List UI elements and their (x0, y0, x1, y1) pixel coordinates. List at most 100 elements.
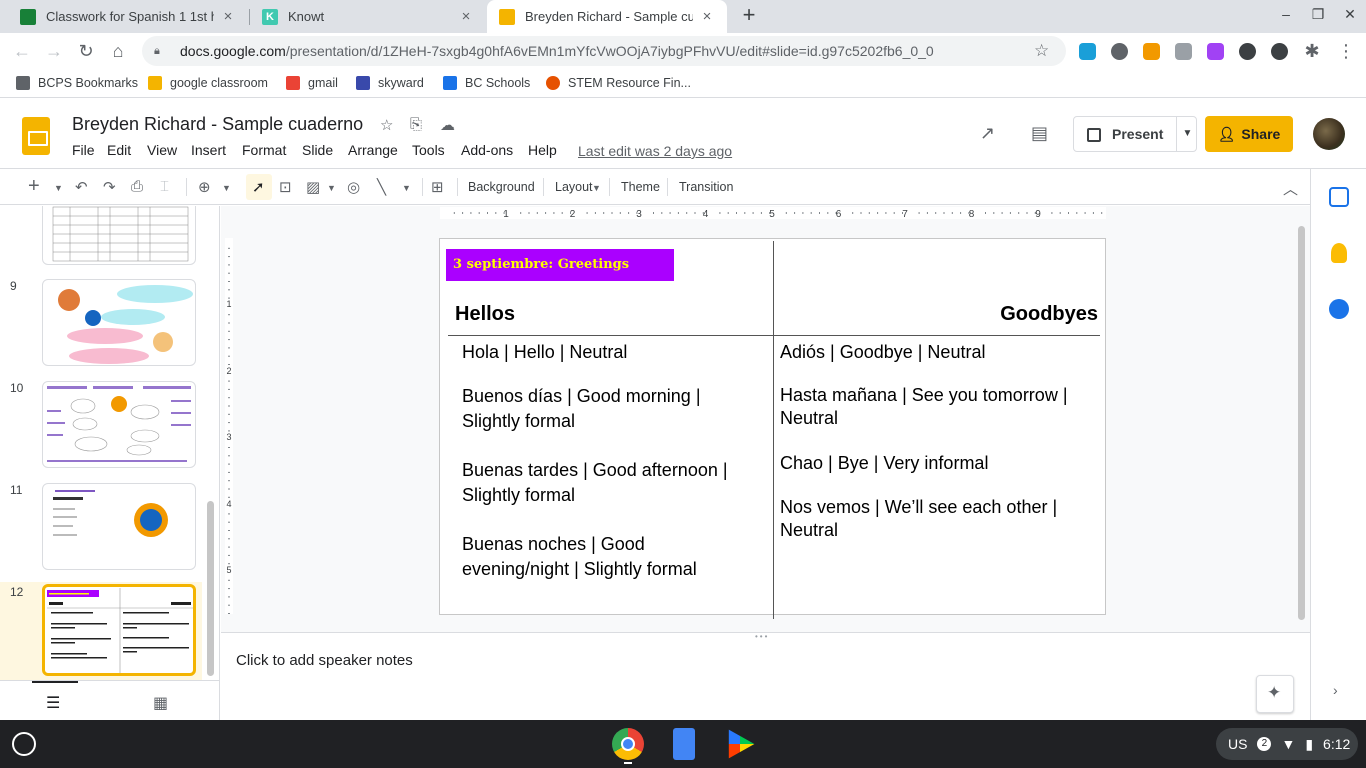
slide-thumbnail-11[interactable] (42, 483, 196, 570)
chevron-down-icon[interactable]: ▼ (592, 183, 601, 193)
hellos-header[interactable]: Hellos (455, 303, 515, 326)
chevron-down-icon[interactable]: ▼ (1176, 117, 1198, 151)
window-close-icon[interactable]: ✕ (1338, 6, 1362, 23)
hello-phrase[interactable]: Buenas noches | Good evening/night | Sli… (462, 532, 752, 582)
chevron-down-icon[interactable]: ▼ (222, 183, 231, 193)
new-tab-icon[interactable]: + (737, 4, 761, 28)
slide-thumbnail-9[interactable] (42, 279, 196, 366)
bookmark-gmail[interactable]: gmail (286, 76, 338, 90)
filmstrip-view-icon[interactable]: ☰ (46, 693, 60, 713)
resize-handle-icon[interactable]: ••• (755, 632, 769, 641)
docs-icon[interactable] (673, 728, 695, 760)
menu-tools[interactable]: Tools (412, 142, 445, 158)
menu-edit[interactable]: Edit (107, 142, 131, 158)
extension-icon[interactable] (1175, 43, 1192, 60)
close-icon[interactable]: × (220, 8, 236, 25)
theme-button[interactable]: Theme (621, 180, 660, 194)
last-edit-link[interactable]: Last edit was 2 days ago (578, 143, 732, 159)
chevron-down-icon[interactable]: ▼ (402, 183, 411, 193)
hello-phrase[interactable]: Buenas tardes | Good afternoon | Slightl… (462, 458, 762, 508)
extension-icon[interactable] (1079, 43, 1096, 60)
slide-thumbnail-10[interactable] (42, 381, 196, 468)
background-button[interactable]: Background (468, 180, 535, 194)
transition-button[interactable]: Transition (679, 180, 733, 194)
close-icon[interactable]: × (458, 8, 474, 25)
menu-arrange[interactable]: Arrange (348, 142, 398, 158)
share-button[interactable]: 👤︎ Share (1205, 116, 1293, 152)
extension-icon[interactable] (1143, 43, 1160, 60)
back-icon[interactable]: ← (11, 41, 33, 63)
calendar-icon[interactable] (1329, 187, 1349, 207)
tab-slides[interactable]: Breyden Richard - Sample cuaderno × (487, 0, 727, 33)
title-banner[interactable]: 3 septiembre: Greetings (446, 249, 674, 281)
layout-button[interactable]: Layout (555, 180, 593, 194)
collapse-toolbar-icon[interactable]: ︿ (1283, 178, 1298, 199)
omnibox[interactable]: 🔒︎ docs.google.com/presentation/d/1ZHeH-… (142, 36, 1066, 66)
goodbye-phrase[interactable]: Adiós | Goodbye | Neutral (780, 340, 1100, 365)
image-icon[interactable]: ▨ (306, 178, 320, 196)
extension-icon[interactable] (1207, 43, 1224, 60)
bookmark-classroom[interactable]: google classroom (148, 76, 268, 90)
system-tray[interactable]: US 2 ▼ ▮ 6:12 (1216, 728, 1358, 760)
hello-phrase[interactable]: Buenos días | Good morning | Slightly fo… (462, 384, 752, 434)
redo-icon[interactable]: ↷ (103, 178, 116, 196)
print-icon[interactable]: ⎙ (131, 178, 143, 195)
speaker-notes-placeholder[interactable]: Click to add speaker notes (236, 652, 413, 669)
chrome-icon[interactable] (612, 728, 644, 760)
goodbye-phrase[interactable]: Hasta mañana | See you tomorrow | Neutra… (780, 384, 1100, 430)
chevron-right-icon[interactable]: › (1333, 682, 1338, 698)
slide-thumbnail-12[interactable] (42, 584, 196, 676)
close-icon[interactable]: × (699, 8, 715, 25)
canvas-scrollbar[interactable] (1298, 226, 1305, 620)
home-icon[interactable]: ⌂ (107, 41, 129, 63)
filmstrip-scrollbar[interactable] (207, 501, 214, 676)
tab-classwork[interactable]: Classwork for Spanish 1 1st hour × (8, 0, 248, 33)
bookmark-bcps[interactable]: BCPS Bookmarks (16, 76, 138, 90)
tab-knowt[interactable]: K Knowt × (250, 0, 486, 33)
menu-insert[interactable]: Insert (191, 142, 226, 158)
chevron-down-icon[interactable]: ▼ (327, 183, 336, 193)
present-button[interactable]: Present ▼ (1073, 116, 1197, 152)
paint-format-icon[interactable]: ⌶ (160, 178, 169, 195)
bookmark-stem[interactable]: STEM Resource Fin... (546, 76, 691, 90)
shield-icon[interactable] (1271, 43, 1288, 60)
forward-icon[interactable]: → (43, 41, 65, 63)
launcher-icon[interactable] (12, 732, 36, 756)
menu-view[interactable]: View (147, 142, 177, 158)
minimize-icon[interactable]: – (1274, 6, 1298, 22)
shape-icon[interactable]: ◎ (347, 178, 360, 196)
slides-logo-icon[interactable] (22, 117, 50, 155)
cloud-status-icon[interactable]: ☁ (440, 116, 455, 134)
star-icon[interactable]: ☆ (380, 116, 393, 134)
hello-phrase[interactable]: Hola | Hello | Neutral (462, 340, 762, 365)
grid-view-icon[interactable]: ▦ (153, 693, 168, 713)
chevron-down-icon[interactable]: ▼ (54, 183, 63, 193)
line-icon[interactable]: ╲ (377, 178, 386, 196)
url-text[interactable]: docs.google.com/presentation/d/1ZHeH-7sx… (180, 43, 1034, 59)
text-box-icon[interactable]: ⊡ (279, 178, 292, 196)
menu-addons[interactable]: Add-ons (461, 142, 513, 158)
extension-icon[interactable] (1111, 43, 1128, 60)
comment-icon[interactable]: ▤ (1031, 123, 1048, 144)
goodbyes-header[interactable]: Goodbyes (1000, 303, 1098, 326)
extensions-puzzle-icon[interactable]: ✱ (1301, 41, 1323, 63)
restore-icon[interactable]: ❐ (1306, 6, 1330, 23)
menu-slide[interactable]: Slide (302, 142, 333, 158)
keep-icon[interactable] (1331, 243, 1347, 263)
bookmark-skyward[interactable]: skyward (356, 76, 424, 90)
bookmark-bc-schools[interactable]: BC Schools (443, 76, 530, 90)
undo-icon[interactable]: ↶ (75, 178, 88, 196)
shield-icon[interactable] (1239, 43, 1256, 60)
play-store-icon[interactable] (728, 729, 755, 759)
menu-file[interactable]: File (72, 142, 95, 158)
menu-format[interactable]: Format (242, 142, 286, 158)
slide-thumbnail-8[interactable] (42, 206, 196, 265)
avatar[interactable] (1313, 118, 1345, 150)
document-title[interactable]: Breyden Richard - Sample cuaderno (72, 114, 363, 135)
speaker-notes[interactable]: ••• Click to add speaker notes (221, 632, 1310, 720)
tasks-icon[interactable] (1329, 299, 1349, 319)
reload-icon[interactable]: ↻ (75, 41, 97, 63)
insert-comment-icon[interactable]: ⊞ (431, 178, 444, 196)
goodbye-phrase[interactable]: Chao | Bye | Very informal (780, 451, 1100, 476)
kebab-menu-icon[interactable]: ⋮ (1335, 41, 1357, 63)
